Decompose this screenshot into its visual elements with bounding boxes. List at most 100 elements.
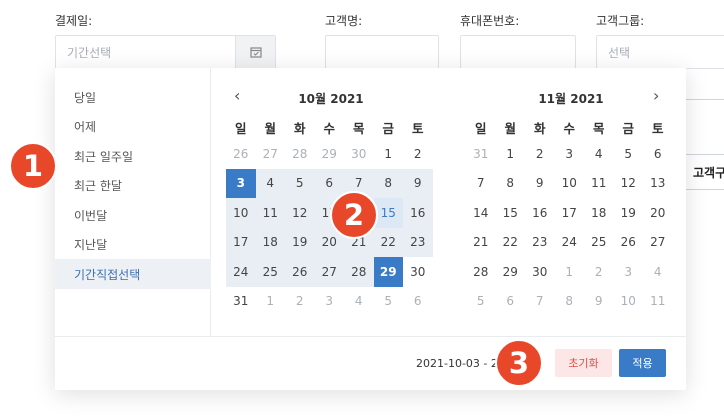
calendar-day[interactable]: 6 bbox=[403, 287, 433, 317]
calendar-day[interactable]: 1 bbox=[256, 287, 286, 317]
preset-item[interactable]: 최근 한달 bbox=[55, 171, 211, 201]
calendar-day[interactable]: 7 bbox=[525, 287, 555, 317]
calendar-day[interactable]: 17 bbox=[226, 227, 256, 257]
calendar-day[interactable]: 10 bbox=[555, 169, 585, 199]
calendar-day[interactable]: 2 bbox=[525, 139, 555, 169]
calendar-day[interactable]: 24 bbox=[555, 228, 585, 258]
calendar-day[interactable]: 24 bbox=[226, 257, 256, 287]
calendar-day[interactable]: 1 bbox=[374, 139, 404, 169]
preset-item[interactable]: 이번달 bbox=[55, 200, 211, 230]
calendar-day[interactable]: 4 bbox=[643, 257, 673, 287]
calendar-day[interactable]: 31 bbox=[466, 139, 496, 169]
calendar-day[interactable]: 10 bbox=[226, 198, 256, 228]
calendar-day[interactable]: 2 bbox=[403, 139, 433, 169]
weekday-label: 월 bbox=[264, 121, 276, 136]
calendar-day[interactable]: 5 bbox=[374, 287, 404, 317]
calendar-day[interactable]: 8 bbox=[373, 168, 403, 198]
customer-name-input[interactable] bbox=[325, 35, 439, 69]
calendar-day[interactable]: 4 bbox=[344, 287, 374, 317]
calendar-day[interactable]: 26 bbox=[614, 228, 644, 258]
reset-button[interactable]: 초기화 bbox=[555, 349, 612, 377]
calendar-day[interactable]: 27 bbox=[256, 139, 286, 169]
weekday-label: 수 bbox=[323, 121, 335, 136]
calendar-day[interactable]: 30 bbox=[403, 257, 433, 287]
calendar-day[interactable]: 23 bbox=[403, 227, 433, 257]
calendar-day[interactable]: 25 bbox=[255, 257, 285, 287]
calendar-day[interactable]: 26 bbox=[226, 139, 256, 169]
calendar-day[interactable]: 4 bbox=[584, 139, 614, 169]
calendar-day[interactable]: 17 bbox=[555, 198, 585, 228]
preset-item[interactable]: 지난달 bbox=[55, 230, 211, 260]
calendar-day[interactable]: 26 bbox=[285, 257, 315, 287]
calendar-day[interactable]: 5 bbox=[614, 139, 644, 169]
calendar-day[interactable]: 14 bbox=[466, 198, 496, 228]
calendar-day[interactable]: 1 bbox=[555, 257, 585, 287]
calendar-day[interactable]: 19 bbox=[285, 227, 315, 257]
calendar-day[interactable]: 6 bbox=[643, 139, 673, 169]
calendar-day[interactable]: 6 bbox=[496, 287, 526, 317]
calendar-day[interactable]: 3 bbox=[614, 257, 644, 287]
calendar-day[interactable]: 4 bbox=[255, 168, 285, 198]
preset-item[interactable]: 어제 bbox=[55, 112, 211, 142]
calendar-day[interactable]: 18 bbox=[255, 227, 285, 257]
calendar-day[interactable]: 18 bbox=[584, 198, 614, 228]
apply-button[interactable]: 적용 bbox=[619, 349, 666, 377]
calendar-day[interactable]: 28 bbox=[466, 257, 496, 287]
weekday-label: 월 bbox=[504, 121, 516, 136]
calendar-day[interactable]: 9 bbox=[525, 169, 555, 199]
calendar-day[interactable]: 5 bbox=[466, 287, 496, 317]
preset-item[interactable]: 당일 bbox=[55, 82, 211, 112]
calendar-day[interactable]: 15 bbox=[496, 198, 526, 228]
calendar-day[interactable]: 11 bbox=[584, 169, 614, 199]
weekday-label: 화 bbox=[533, 121, 546, 136]
calendar-day[interactable]: 27 bbox=[643, 228, 673, 258]
calendar-day[interactable]: 11 bbox=[643, 287, 673, 317]
preset-item[interactable]: 최근 일주일 bbox=[55, 141, 211, 171]
next-month-icon[interactable]: › bbox=[653, 88, 659, 104]
calendar-day[interactable]: 13 bbox=[643, 169, 673, 199]
calendar-day[interactable]: 16 bbox=[403, 198, 433, 228]
calendar-day[interactable]: 1 bbox=[496, 139, 526, 169]
customer-group-button[interactable]: 고객구 bbox=[684, 154, 724, 190]
calendar-day[interactable]: 9 bbox=[584, 287, 614, 317]
preset-item[interactable]: 기간직접선택 bbox=[55, 259, 211, 289]
calendar-day[interactable]: 11 bbox=[255, 198, 285, 228]
calendar-day[interactable]: 29 bbox=[373, 257, 403, 287]
calendar-day[interactable]: 3 bbox=[315, 287, 345, 317]
calendar-day[interactable]: 6 bbox=[314, 168, 344, 198]
calendar-day[interactable]: 29 bbox=[496, 257, 526, 287]
calendar-day[interactable]: 28 bbox=[344, 257, 374, 287]
calendar-day[interactable]: 7 bbox=[466, 169, 496, 199]
calendar-day[interactable]: 23 bbox=[525, 228, 555, 258]
calendar-day[interactable]: 12 bbox=[285, 198, 315, 228]
calendar-day[interactable]: 2 bbox=[584, 257, 614, 287]
calendar-day[interactable]: 12 bbox=[614, 169, 644, 199]
prev-month-icon[interactable]: ‹ bbox=[234, 88, 240, 104]
calendar-day[interactable]: 25 bbox=[584, 228, 614, 258]
calendar-day[interactable]: 28 bbox=[285, 139, 315, 169]
phone-label: 휴대폰번호: bbox=[460, 14, 520, 28]
calendar-day[interactable]: 9 bbox=[403, 168, 433, 198]
calendar-day[interactable]: 8 bbox=[555, 287, 585, 317]
calendar-day[interactable]: 10 bbox=[614, 287, 644, 317]
calendar-day[interactable]: 2 bbox=[285, 287, 315, 317]
calendar-day[interactable]: 3 bbox=[555, 139, 585, 169]
calendar-day[interactable]: 29 bbox=[315, 139, 345, 169]
customer-group-select[interactable]: 선택 bbox=[596, 35, 724, 69]
calendar-day[interactable]: 30 bbox=[525, 257, 555, 287]
calendar-day[interactable]: 16 bbox=[525, 198, 555, 228]
payment-date-input[interactable]: 기간선택 bbox=[55, 35, 276, 69]
calendar-day[interactable]: 8 bbox=[496, 169, 526, 199]
calendar-day[interactable]: 21 bbox=[466, 228, 496, 258]
calendar-day[interactable]: 20 bbox=[643, 198, 673, 228]
calendar-day[interactable]: 30 bbox=[344, 139, 374, 169]
calendar-day[interactable]: 22 bbox=[496, 228, 526, 258]
calendar-day[interactable]: 5 bbox=[285, 168, 315, 198]
calendar-day[interactable]: 22 bbox=[373, 227, 403, 257]
calendar-day[interactable]: 3 bbox=[226, 168, 256, 198]
calendar-icon[interactable] bbox=[235, 36, 275, 68]
calendar-day[interactable]: 31 bbox=[226, 287, 256, 317]
calendar-day[interactable]: 19 bbox=[614, 198, 644, 228]
calendar-day[interactable]: 27 bbox=[314, 257, 344, 287]
phone-input[interactable] bbox=[460, 35, 576, 69]
